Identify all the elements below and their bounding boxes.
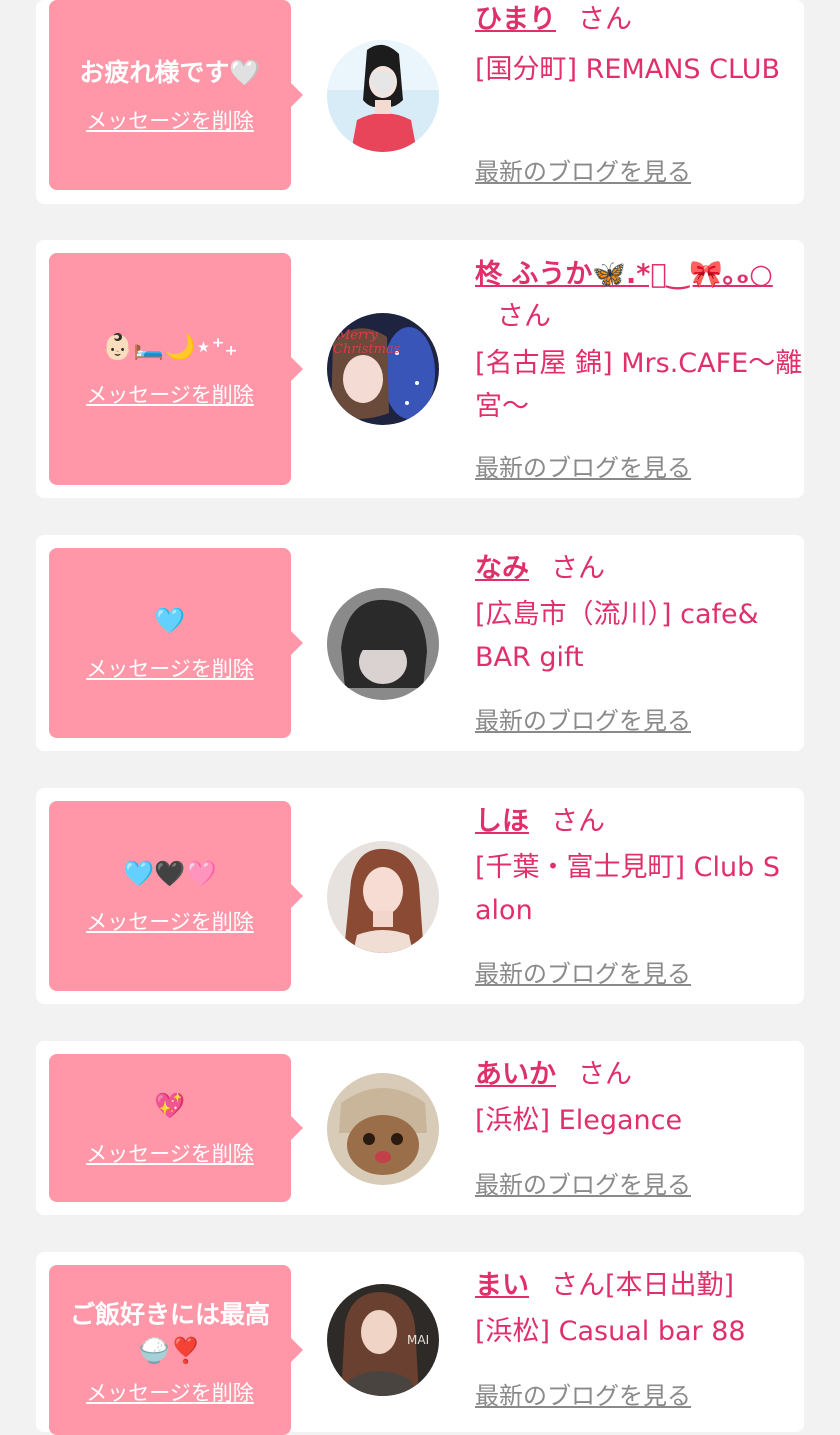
avatar[interactable] — [327, 588, 439, 700]
entry-info: 柊 ふうか🦋.*ﾟ‿🎀｡ₒ○ さん [名古屋 錦] Mrs.CAFE〜離宮〜 最新… — [475, 240, 802, 482]
favorite-card: 🩵🖤🩷 メッセージを削除 しほ さん [千葉・富士見町] Club Salon 最… — [36, 788, 804, 1004]
entry-info: まい さん[本日出勤] [浜松] Casual bar 88 最新のブログを見る — [475, 1252, 805, 1410]
message-text: 🩵🖤🩷 — [123, 859, 217, 888]
cast-name-link[interactable]: しほ — [475, 806, 529, 837]
shop-name: [浜松] Casual bar 88 — [475, 1316, 746, 1347]
christmas-selfie-avatar-icon: Merry Christmas — [327, 313, 439, 425]
delete-message-link[interactable]: メッセージを削除 — [86, 906, 254, 936]
svg-text:Merry: Merry — [336, 328, 378, 343]
latest-blog-link[interactable]: 最新のブログを見る — [475, 1376, 691, 1411]
message-bubble: 🩵 メッセージを削除 — [49, 548, 303, 738]
cast-name-link[interactable]: 柊 ふうか🦋.*ﾟ‿🎀｡ₒ○ — [475, 259, 773, 290]
work-status: [本日出勤] — [605, 1270, 735, 1301]
message-bubble: お疲れ様です🤍 メッセージを削除 — [49, 0, 303, 190]
entry-info: あいか さん [浜松] Elegance 最新のブログを見る — [475, 1041, 795, 1199]
latest-blog-link[interactable]: 最新のブログを見る — [475, 701, 691, 736]
cast-name-link[interactable]: ひまり — [475, 4, 556, 35]
svg-text:MAI: MAI — [407, 1333, 429, 1347]
woman-in-red-dress-avatar-icon — [327, 40, 439, 152]
entry-info: しほ さん [千葉・富士見町] Club Salon 最新のブログを見る — [475, 788, 795, 988]
delete-message-link[interactable]: メッセージを削除 — [86, 1377, 254, 1407]
favorite-card: 👶🏻🛏️🌙⋆⁺₊ メッセージを削除 Merry Christmas 柊 ふうか🦋… — [36, 240, 804, 498]
latest-blog-link[interactable]: 最新のブログを見る — [475, 1165, 691, 1200]
shop-name: [国分町] REMANS CLUB — [475, 54, 780, 85]
shop-name: [千葉・富士見町] Club Salon — [475, 852, 780, 926]
shop-name: [浜松] Elegance — [475, 1105, 683, 1136]
honorific: さん — [551, 806, 605, 837]
message-text: ご飯好きには最高🍚❣️ — [69, 1300, 270, 1365]
delete-message-link[interactable]: メッセージを削除 — [86, 105, 254, 135]
message-text: 💖 — [154, 1091, 186, 1120]
svg-text:Christmas: Christmas — [333, 342, 401, 357]
honorific: さん — [497, 301, 551, 332]
message-bubble: 👶🏻🛏️🌙⋆⁺₊ メッセージを削除 — [49, 253, 303, 485]
avatar[interactable]: MAI — [327, 1284, 439, 1396]
message-text: 🩵 — [154, 606, 186, 635]
mai-portrait-avatar-icon: MAI — [327, 1284, 439, 1396]
favorite-card: お疲れ様です🤍 メッセージを削除 ひまり さん [国分町] REMANS CLUB… — [36, 0, 804, 204]
shop-name: [広島市（流川）] cafe&BAR gift — [475, 599, 759, 673]
message-bubble: 💖 メッセージを削除 — [49, 1054, 303, 1202]
message-bubble: ご飯好きには最高🍚❣️ メッセージを削除 — [49, 1265, 303, 1435]
avatar[interactable] — [327, 40, 439, 152]
message-text: 👶🏻🛏️🌙⋆⁺₊ — [102, 332, 238, 361]
cat-avatar-icon — [327, 1073, 439, 1185]
latest-blog-link[interactable]: 最新のブログを見る — [475, 954, 691, 989]
message-text: お疲れ様です🤍 — [79, 58, 261, 87]
favorite-card: 🩵 メッセージを削除 なみ さん [広島市（流川）] cafe&BAR gift … — [36, 535, 804, 751]
avatar[interactable] — [327, 1073, 439, 1185]
shop-name: [名古屋 錦] Mrs.CAFE〜離宮〜 — [475, 348, 803, 422]
avatar[interactable]: Merry Christmas — [327, 313, 439, 425]
honorific: さん — [578, 4, 632, 35]
delete-message-link[interactable]: メッセージを削除 — [86, 379, 254, 409]
cast-name-link[interactable]: なみ — [475, 553, 529, 584]
cast-name-link[interactable]: あいか — [475, 1059, 556, 1090]
delete-message-link[interactable]: メッセージを削除 — [86, 1138, 254, 1168]
entry-info: ひまり さん [国分町] REMANS CLUB 最新のブログを見る — [475, 0, 795, 186]
portrait-avatar-icon — [327, 841, 439, 953]
favorite-card: ご飯好きには最高🍚❣️ メッセージを削除 MAI まい さん[本日出勤] [浜松]… — [36, 1252, 805, 1435]
honorific: さん — [551, 1270, 605, 1301]
honorific: さん — [551, 553, 605, 584]
dark-hair-avatar-icon — [327, 588, 439, 700]
latest-blog-link[interactable]: 最新のブログを見る — [475, 448, 691, 483]
avatar[interactable] — [327, 841, 439, 953]
favorite-card: 💖 メッセージを削除 あいか さん [浜松] Elegance 最新のブログを見る — [36, 1041, 804, 1215]
honorific: さん — [578, 1059, 632, 1090]
message-bubble: 🩵🖤🩷 メッセージを削除 — [49, 801, 303, 991]
cast-name-link[interactable]: まい — [475, 1270, 529, 1301]
entry-info: なみ さん [広島市（流川）] cafe&BAR gift 最新のブログを見る — [475, 535, 795, 735]
latest-blog-link[interactable]: 最新のブログを見る — [475, 152, 691, 187]
delete-message-link[interactable]: メッセージを削除 — [86, 653, 254, 683]
